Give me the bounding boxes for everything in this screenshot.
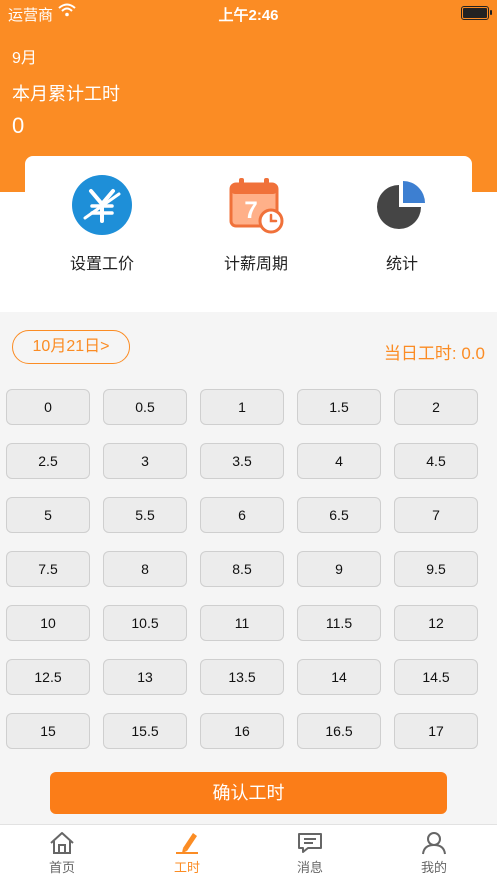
battery-icon bbox=[461, 6, 492, 20]
hours-option-button[interactable]: 15.5 bbox=[103, 713, 187, 749]
hours-option-button[interactable]: 1 bbox=[200, 389, 284, 425]
hours-option-button[interactable]: 14.5 bbox=[394, 659, 478, 695]
clock: 上午2:46 bbox=[218, 7, 279, 24]
hours-option-button[interactable]: 7 bbox=[394, 497, 478, 533]
tab-messages[interactable]: 消息 bbox=[270, 831, 350, 876]
hours-option-button[interactable]: 2.5 bbox=[6, 443, 90, 479]
calendar-day-number: 7 bbox=[244, 197, 257, 224]
tab-messages-label: 消息 bbox=[296, 860, 323, 875]
hours-option-button[interactable]: 13 bbox=[103, 659, 187, 695]
hours-option-button[interactable]: 12 bbox=[394, 605, 478, 641]
tab-bar: 首页 工时 消息 我的 bbox=[0, 824, 497, 884]
user-icon bbox=[422, 832, 446, 855]
hours-option-button[interactable]: 10 bbox=[6, 605, 90, 641]
set-wage-label: 设置工价 bbox=[69, 256, 134, 273]
hours-option-button[interactable]: 0 bbox=[6, 389, 90, 425]
hours-option-button[interactable]: 14 bbox=[297, 659, 381, 695]
hours-option-button[interactable]: 9 bbox=[297, 551, 381, 587]
hours-option-button[interactable]: 8 bbox=[103, 551, 187, 587]
hours-option-button[interactable]: 3 bbox=[103, 443, 187, 479]
hours-option-button[interactable]: 5.5 bbox=[103, 497, 187, 533]
statistics-button[interactable]: 统计 bbox=[342, 174, 462, 274]
pie-chart-icon bbox=[371, 174, 433, 236]
tab-home[interactable]: 首页 bbox=[22, 831, 102, 876]
pay-cycle-button[interactable]: 7 计薪周期 bbox=[196, 174, 316, 274]
feature-card: 设置工价 7 计薪周期 统计 bbox=[25, 156, 472, 312]
hours-option-button[interactable]: 16 bbox=[200, 713, 284, 749]
date-selector-button[interactable]: 10月21日> bbox=[12, 330, 130, 364]
hours-option-button[interactable]: 7.5 bbox=[6, 551, 90, 587]
hours-option-button[interactable]: 1.5 bbox=[297, 389, 381, 425]
tab-home-label: 首页 bbox=[48, 860, 75, 875]
hours-option-button[interactable]: 12.5 bbox=[6, 659, 90, 695]
daily-hours-label: 当日工时: 0.0 bbox=[383, 344, 485, 363]
hours-option-button[interactable]: 16.5 bbox=[297, 713, 381, 749]
calendar-icon: 7 bbox=[225, 174, 287, 236]
tab-profile[interactable]: 我的 bbox=[394, 831, 474, 876]
hours-option-button[interactable]: 6.5 bbox=[297, 497, 381, 533]
statistics-label: 统计 bbox=[385, 256, 418, 273]
hours-option-button[interactable]: 5 bbox=[6, 497, 90, 533]
hours-option-button[interactable]: 10.5 bbox=[103, 605, 187, 641]
hours-option-button[interactable]: 0.5 bbox=[103, 389, 187, 425]
hours-option-button[interactable]: 17 bbox=[394, 713, 478, 749]
tab-hours-label: 工时 bbox=[173, 860, 200, 875]
message-icon bbox=[298, 833, 322, 853]
hours-option-button[interactable]: 4.5 bbox=[394, 443, 478, 479]
monthly-total-label: 本月累计工时 bbox=[12, 84, 120, 104]
hours-option-button[interactable]: 3.5 bbox=[200, 443, 284, 479]
monthly-total-value: 0 bbox=[12, 113, 25, 138]
hours-option-button[interactable]: 11 bbox=[200, 605, 284, 641]
month-label: 9月 bbox=[12, 50, 37, 67]
hours-option-button[interactable]: 15 bbox=[6, 713, 90, 749]
confirm-hours-button[interactable]: 确认工时 bbox=[50, 772, 447, 814]
tab-hours[interactable]: 工时 bbox=[147, 831, 227, 876]
yen-icon bbox=[71, 174, 133, 236]
home-icon bbox=[50, 832, 74, 854]
hours-option-button[interactable]: 4 bbox=[297, 443, 381, 479]
hours-option-button[interactable]: 9.5 bbox=[394, 551, 478, 587]
hours-option-button[interactable]: 2 bbox=[394, 389, 478, 425]
hours-option-button[interactable]: 8.5 bbox=[200, 551, 284, 587]
tab-profile-label: 我的 bbox=[420, 860, 447, 875]
set-wage-button[interactable]: 设置工价 bbox=[42, 174, 162, 274]
edit-icon bbox=[176, 833, 198, 854]
pay-cycle-label: 计薪周期 bbox=[223, 256, 288, 273]
hours-option-button[interactable]: 13.5 bbox=[200, 659, 284, 695]
hours-option-button[interactable]: 6 bbox=[200, 497, 284, 533]
status-bar: 运营商 上午2:46 bbox=[0, 0, 497, 26]
hours-option-button[interactable]: 11.5 bbox=[297, 605, 381, 641]
